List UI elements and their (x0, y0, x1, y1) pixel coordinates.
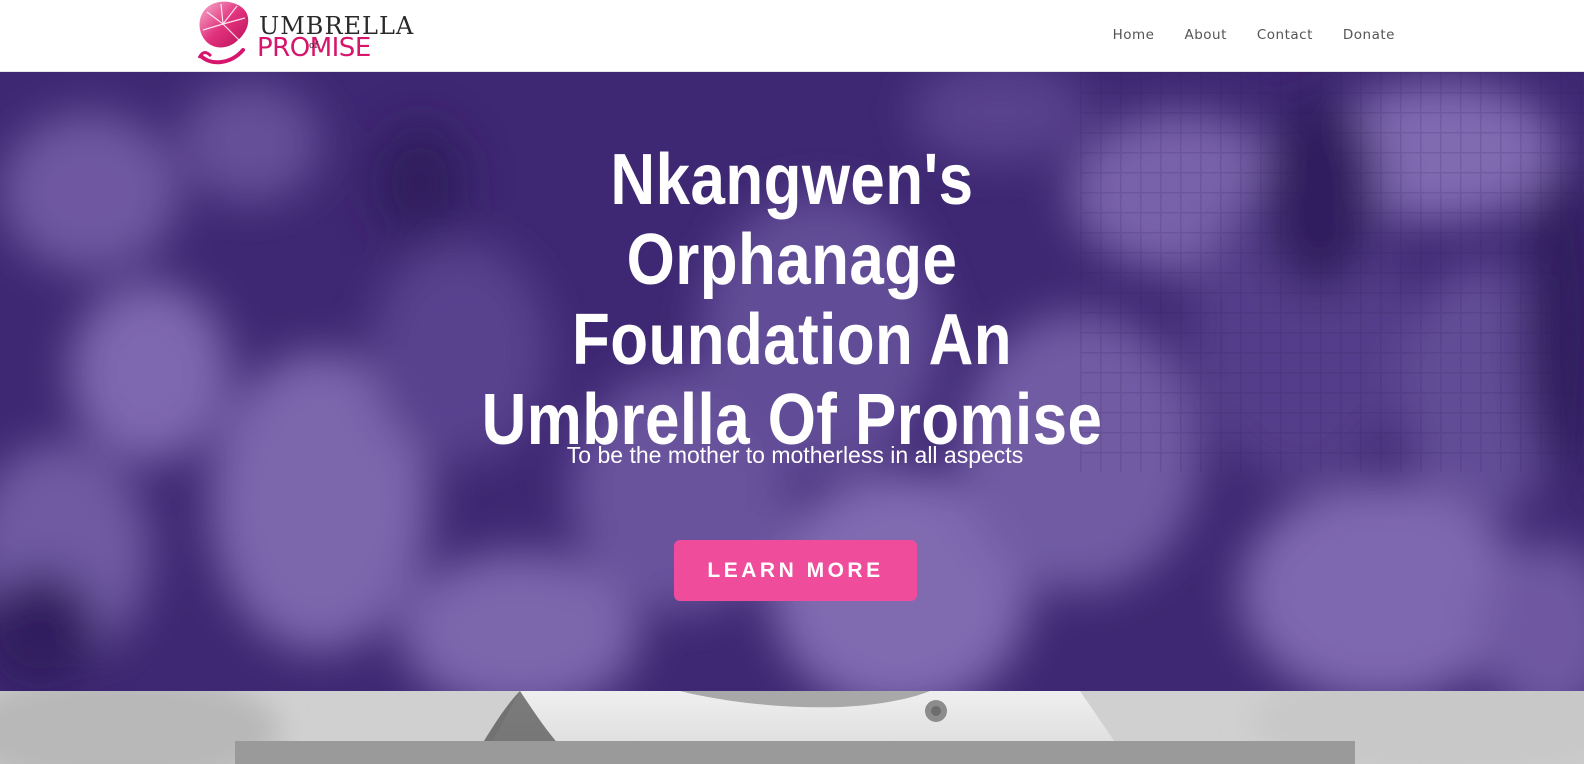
hero-subtitle: To be the mother to motherless in all as… (566, 442, 1024, 468)
hero-section: Nkangwen's Orphanage Foundation An Umbre… (0, 72, 1584, 691)
hero-content: Nkangwen's Orphanage Foundation An Umbre… (0, 72, 1584, 691)
learn-more-button[interactable]: LEARN MORE (674, 540, 917, 601)
umbrella-of-promise-logo[interactable]: UMBRELLA PROMISE of (193, 0, 413, 68)
about-section-background (0, 691, 1584, 764)
nav-donate[interactable]: Donate (1343, 25, 1395, 45)
umbrella-logo-icon (197, 1, 249, 65)
nav-about[interactable]: About (1184, 25, 1226, 45)
logo-text-of: of (309, 41, 318, 51)
site-header: UMBRELLA PROMISE of Home About Contact D… (0, 0, 1584, 72)
content-panel (235, 741, 1355, 764)
hero-title: Nkangwen's Orphanage Foundation An Umbre… (481, 140, 1103, 460)
main-nav: Home About Contact Donate (1113, 25, 1395, 45)
nav-home[interactable]: Home (1113, 25, 1155, 45)
nav-contact[interactable]: Contact (1257, 25, 1313, 45)
